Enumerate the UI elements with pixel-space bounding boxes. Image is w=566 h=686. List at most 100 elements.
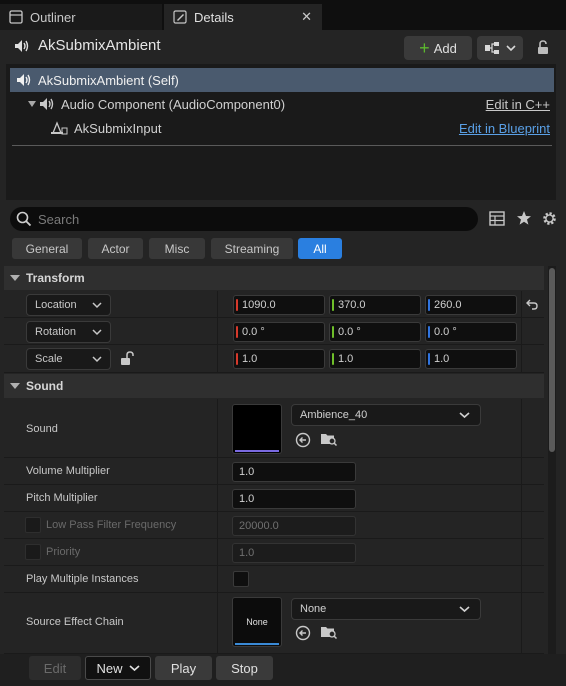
lowpass-row: Low Pass Filter Frequency 20000.0: [4, 512, 544, 539]
lowpass-enable-checkbox[interactable]: [25, 517, 41, 533]
filter-misc[interactable]: Misc: [149, 238, 205, 259]
rotation-x-field[interactable]: 0.0 °: [233, 322, 325, 342]
filter-streaming[interactable]: Streaming: [211, 238, 293, 259]
scale-x-field[interactable]: 1.0: [233, 349, 325, 369]
actor-title: AkSubmixAmbient: [14, 37, 161, 54]
tree-item-self-label: AkSubmixAmbient (Self): [38, 72, 179, 88]
section-transform[interactable]: Transform: [4, 266, 544, 290]
rotation-y-field[interactable]: 0.0 °: [329, 322, 421, 342]
edit-in-cpp-link[interactable]: Edit in C++: [486, 97, 550, 112]
tab-outliner-label: Outliner: [30, 9, 76, 25]
collapse-triangle-icon: [10, 383, 20, 389]
chevron-down-icon: [459, 411, 470, 419]
source-effect-thumbnail[interactable]: None: [232, 597, 282, 647]
folder-search-icon[interactable]: [320, 624, 338, 640]
chevron-down-icon: [459, 605, 470, 613]
pitch-row: Pitch Multiplier 1.0: [4, 485, 544, 512]
filter-all[interactable]: All: [298, 238, 342, 259]
source-effect-thumb-text: None: [246, 617, 268, 627]
scale-z-field[interactable]: 1.0: [425, 349, 517, 369]
section-sound[interactable]: Sound: [4, 374, 544, 398]
rotation-dropdown[interactable]: Rotation: [26, 321, 111, 343]
tab-outliner[interactable]: Outliner: [0, 4, 162, 30]
tree-item-audio-label: Audio Component (AudioComponent0): [61, 96, 286, 112]
pitch-label: Pitch Multiplier: [26, 492, 98, 504]
tree-item-submix-input[interactable]: AkSubmixInput Edit in Blueprint: [10, 116, 554, 140]
priority-row: Priority 1.0: [4, 539, 544, 566]
blueprint-options-button[interactable]: [477, 36, 523, 60]
location-z-field[interactable]: 260.0: [425, 295, 517, 315]
add-label: Add: [433, 40, 457, 56]
priority-field: 1.0: [232, 543, 356, 563]
speaker-icon: [39, 97, 55, 111]
location-x-field[interactable]: 1090.0: [233, 295, 325, 315]
edit-in-blueprint-link[interactable]: Edit in Blueprint: [459, 121, 550, 136]
location-dropdown[interactable]: Location: [26, 294, 111, 316]
tab-details[interactable]: Details ✕: [164, 4, 322, 30]
search-icon: [16, 211, 32, 227]
rotation-row: Rotation 0.0 ° 0.0 ° 0.0 °: [4, 318, 544, 345]
add-component-button[interactable]: + Add: [404, 36, 472, 60]
speaker-icon: [16, 73, 32, 87]
new-button[interactable]: New: [85, 656, 151, 680]
rotation-label: Rotation: [35, 326, 76, 338]
table-icon[interactable]: [489, 211, 505, 226]
source-effect-picker[interactable]: None: [291, 598, 481, 620]
reset-arrow-icon[interactable]: [526, 299, 538, 310]
source-effect-value: None: [300, 603, 327, 615]
filter-general[interactable]: General: [12, 238, 82, 259]
priority-label: Priority: [46, 546, 81, 558]
submix-input-icon: [50, 121, 68, 135]
edit-button[interactable]: Edit: [29, 656, 81, 680]
gear-icon[interactable]: [541, 210, 558, 227]
pencil-icon: [172, 9, 188, 25]
location-row: Location 1090.0 370.0 260.0: [4, 291, 544, 318]
chevron-down-icon: [128, 664, 140, 672]
source-effect-row: Source Effect Chain None None: [4, 593, 544, 654]
volume-row: Volume Multiplier 1.0: [4, 458, 544, 485]
lowpass-label: Low Pass Filter Frequency: [46, 519, 177, 531]
tab-details-label: Details: [194, 9, 234, 25]
play-multiple-checkbox[interactable]: [233, 571, 249, 587]
chevron-down-icon: [92, 328, 102, 336]
scale-y-field[interactable]: 1.0: [329, 349, 421, 369]
sound-row: Sound Ambience_40: [4, 399, 544, 458]
source-effect-label: Source Effect Chain: [26, 616, 124, 628]
speaker-icon: [14, 39, 30, 53]
expand-triangle-icon[interactable]: [27, 100, 37, 108]
scale-label: Scale: [35, 353, 63, 365]
priority-enable-checkbox[interactable]: [25, 544, 41, 560]
sound-asset-picker[interactable]: Ambience_40: [291, 404, 481, 426]
play-multiple-label: Play Multiple Instances: [26, 573, 139, 585]
search-input[interactable]: [38, 211, 438, 227]
lowpass-field: 20000.0: [232, 516, 356, 536]
filter-actor[interactable]: Actor: [88, 238, 143, 259]
stop-button[interactable]: Stop: [216, 656, 273, 680]
chevron-down-icon: [506, 44, 516, 52]
volume-field[interactable]: 1.0: [232, 462, 356, 482]
use-selected-icon[interactable]: [295, 432, 311, 448]
scale-dropdown[interactable]: Scale: [26, 348, 111, 370]
volume-label: Volume Multiplier: [26, 465, 110, 477]
location-y-field[interactable]: 370.0: [329, 295, 421, 315]
rotation-z-field[interactable]: 0.0 °: [425, 322, 517, 342]
scrollbar-thumb[interactable]: [549, 268, 555, 452]
pitch-field[interactable]: 1.0: [232, 489, 356, 509]
sound-thumbnail[interactable]: [232, 404, 282, 454]
use-selected-icon[interactable]: [295, 625, 311, 641]
lock-icon[interactable]: [533, 39, 549, 55]
play-button[interactable]: Play: [155, 656, 212, 680]
actor-name: AkSubmixAmbient: [38, 37, 161, 54]
star-icon[interactable]: [516, 210, 532, 226]
search-bar[interactable]: [10, 207, 478, 231]
folder-search-icon[interactable]: [320, 431, 338, 447]
close-icon[interactable]: ✕: [301, 9, 312, 25]
location-label: Location: [35, 299, 77, 311]
tree-item-self[interactable]: AkSubmixAmbient (Self): [10, 68, 554, 92]
collapse-triangle-icon: [10, 275, 20, 281]
hierarchy-icon: [484, 41, 500, 55]
sound-asset-value: Ambience_40: [300, 409, 368, 421]
tree-item-audio-component[interactable]: Audio Component (AudioComponent0) Edit i…: [10, 92, 554, 116]
section-transform-title: Transform: [26, 271, 85, 285]
unlock-icon[interactable]: [120, 351, 135, 366]
